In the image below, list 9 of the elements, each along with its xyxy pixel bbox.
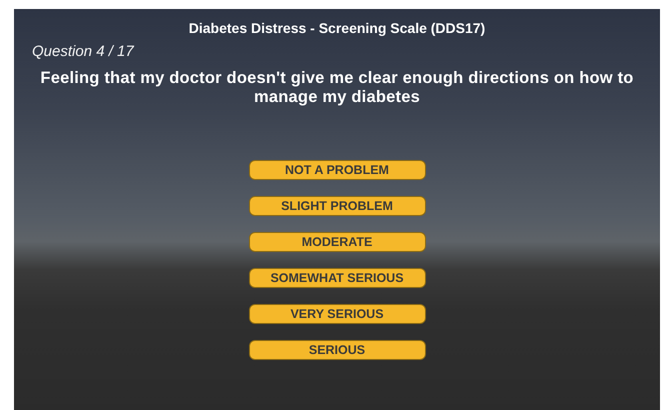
answer-button[interactable]: SOMEWHAT SERIOUS: [248, 268, 426, 288]
question-text: Feeling that my doctor doesn't give me clear enough directions on how to manage my diabetes: [39, 69, 635, 107]
answer-button[interactable]: SERIOUS: [248, 340, 426, 360]
answer-button[interactable]: NOT A PROBLEM: [248, 160, 426, 180]
answer-button[interactable]: MODERATE: [248, 232, 426, 252]
question-counter: Question 4 / 17: [32, 43, 134, 61]
survey-title: Diabetes Distress - Screening Scale (DDS17): [188, 19, 486, 37]
answer-button[interactable]: SLIGHT PROBLEM: [248, 196, 426, 216]
answer-button[interactable]: VERY SERIOUS: [248, 304, 426, 324]
